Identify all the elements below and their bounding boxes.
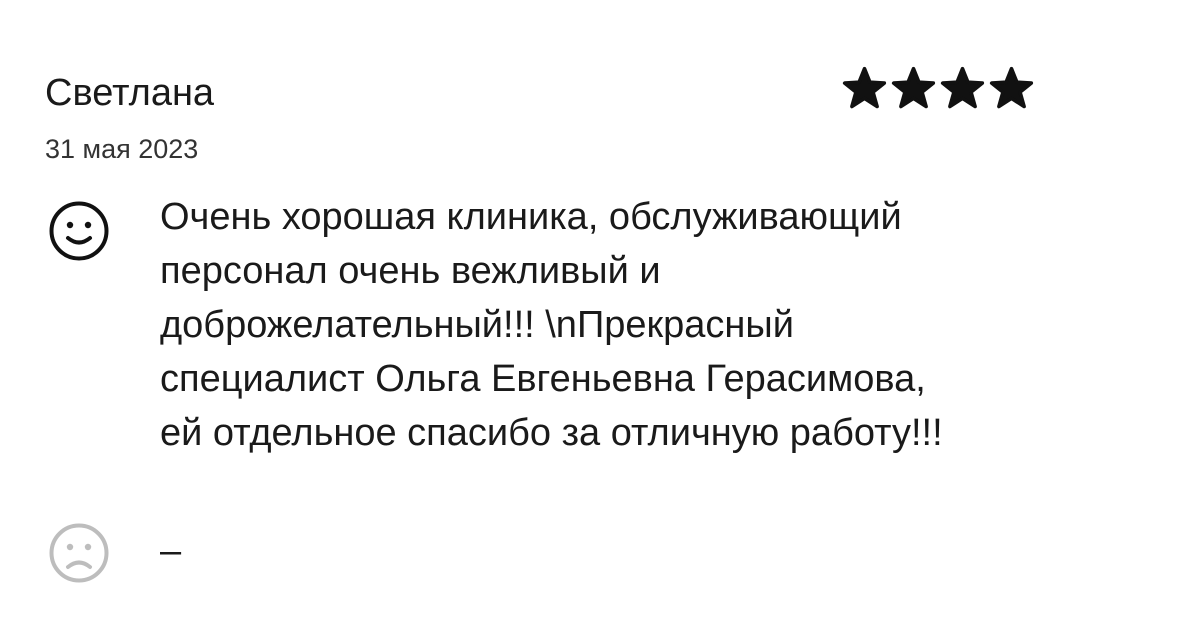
negative-review-text: – [160,530,182,572]
smile-icon [49,201,109,261]
positive-review-text: Очень хорошая клиника, обслуживающий перс… [160,190,1175,460]
star-icon [989,66,1034,109]
review-text-line: специалист Ольга Евгеньевна Герасимова, [160,358,926,400]
frown-icon [49,523,109,583]
review-text-line: персонал очень вежливый и [160,250,661,292]
star-icon [891,66,936,109]
review-card: Светлана 31 мая 2023 Очень хорошая клини… [0,0,1200,630]
star-icon [940,66,985,109]
author-name: Светлана [45,72,215,114]
review-text-line: ей отдельное спасибо за отличную работу!… [160,412,943,454]
review-text-line: Очень хорошая клиника, обслуживающий [160,196,902,238]
review-date: 31 мая 2023 [45,134,199,164]
star-rating [842,66,1070,112]
star-icon [842,66,887,109]
review-text-line: доброжелательный!!! \nПрекрасный [160,304,794,346]
